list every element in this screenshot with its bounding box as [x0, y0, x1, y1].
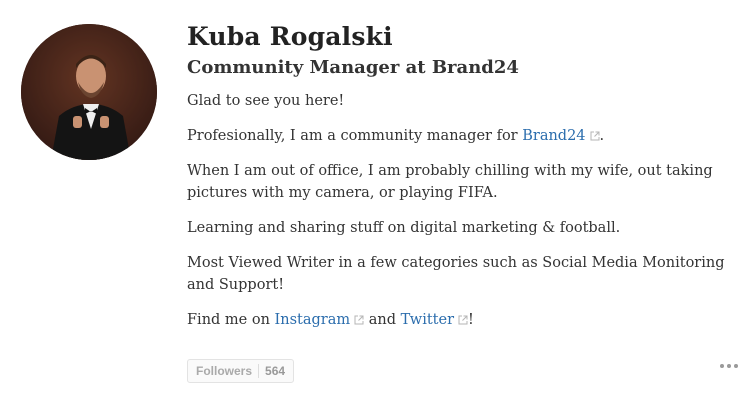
twitter-link[interactable]: Twitter — [401, 312, 454, 328]
bio-paragraph: When I am out of office, I am probably c… — [187, 163, 713, 201]
profile-bio: Glad to see you here! Profesionally, I a… — [187, 90, 742, 344]
avatar[interactable] — [21, 24, 157, 160]
external-link-icon — [590, 131, 600, 141]
profile-title: Community Manager at Brand24 — [187, 57, 519, 78]
external-link-icon — [458, 315, 468, 325]
followers-count: 564 — [265, 364, 286, 378]
external-link-icon — [354, 315, 364, 325]
profile-name: Kuba Rogalski — [187, 22, 393, 51]
followers-button[interactable]: Followers 564 — [187, 359, 295, 383]
avatar-photo — [21, 24, 157, 160]
bio-paragraph: Profesionally, I am a community manager … — [187, 128, 605, 144]
bio-paragraph: Most Viewed Writer in a few categories s… — [187, 255, 725, 293]
instagram-link[interactable]: Instagram — [275, 312, 351, 328]
bio-paragraph: Learning and sharing stuff on digital ma… — [187, 220, 621, 236]
bio-paragraph: Glad to see you here! — [187, 93, 345, 109]
followers-label: Followers — [196, 364, 253, 378]
bio-paragraph: Find me on Instagram and Twitter! — [187, 312, 474, 328]
divider — [258, 364, 260, 378]
brand24-link[interactable]: Brand24 — [522, 128, 585, 144]
more-options-icon[interactable] — [720, 364, 738, 368]
